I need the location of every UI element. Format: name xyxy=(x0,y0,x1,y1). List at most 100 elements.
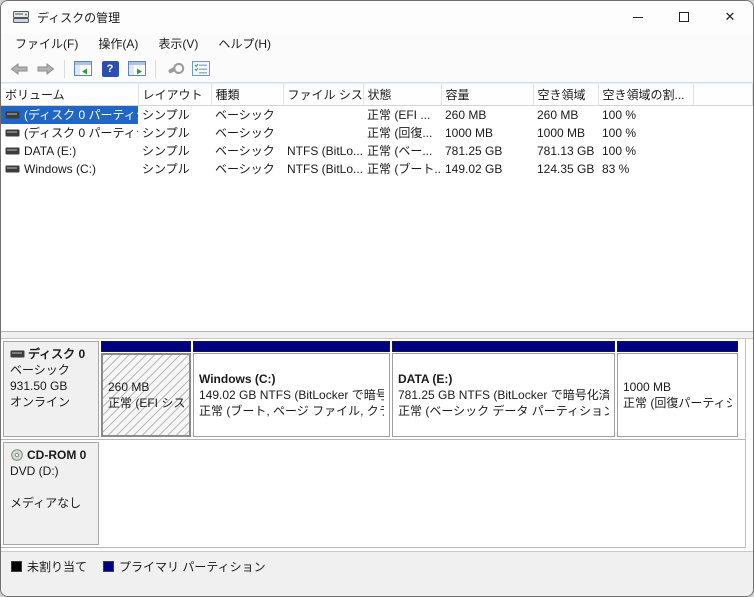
disk-icon xyxy=(5,111,20,119)
partition-color-bar xyxy=(101,341,191,352)
volume-free-percent: 100 % xyxy=(602,107,637,122)
volume-row-data[interactable]: DATA (E:) シンプル ベーシック NTFS (BitLo... 正常 (… xyxy=(1,142,753,160)
volume-type: ベーシック xyxy=(215,126,275,140)
cdrom-media-status: メディアなし xyxy=(10,496,82,510)
col-filesystem[interactable]: ファイル システム xyxy=(283,84,364,106)
partition-block-windows[interactable]: Windows (C:) 149.02 GB NTFS (BitLocker で… xyxy=(193,341,390,437)
back-arrow-icon xyxy=(10,62,28,75)
disk0-type: ベーシック xyxy=(10,363,70,377)
volume-capacity: 149.02 GB xyxy=(445,161,503,176)
maximize-icon xyxy=(679,12,689,22)
cdrom-name: CD-ROM 0 xyxy=(27,448,87,462)
partition-block-data[interactable]: DATA (E:) 781.25 GB NTFS (BitLocker で暗号化… xyxy=(392,341,615,437)
partition-block-recovery[interactable]: 1000 MB 正常 (回復パーティシ xyxy=(617,341,738,437)
volume-table: ボリューム レイアウト 種類 ファイル システム 状態 容量 空き領域 空き領域… xyxy=(1,84,753,178)
partition-size: 781.25 GB NTFS (BitLocker で暗号化済み) xyxy=(398,388,609,402)
volume-layout: シンプル xyxy=(142,108,190,123)
toolbar: ? xyxy=(1,55,753,83)
partition-status: 正常 (EFI システ xyxy=(108,396,184,410)
back-button[interactable] xyxy=(7,58,31,80)
volume-type: ベーシック xyxy=(215,162,275,176)
disk0-name: ディスク 0 xyxy=(28,347,86,361)
pane-splitter[interactable] xyxy=(1,331,753,339)
show-action-pane-button[interactable] xyxy=(125,58,149,80)
partition-block-efi[interactable]: 260 MB 正常 (EFI システ xyxy=(101,341,191,437)
forward-arrow-icon xyxy=(37,62,55,75)
maximize-button[interactable] xyxy=(661,1,707,33)
col-layout[interactable]: レイアウト xyxy=(138,84,212,106)
volume-name: Windows (C:) xyxy=(24,161,97,176)
volume-free: 260 MB xyxy=(537,107,579,122)
cdrom-drive: DVD (D:) xyxy=(10,464,59,478)
col-status[interactable]: 状態 xyxy=(363,84,442,106)
volume-name: (ディスク 0 パーティシ... xyxy=(24,108,138,123)
volume-capacity: 260 MB xyxy=(445,107,487,122)
partition-color-bar xyxy=(617,341,738,352)
partition-color-bar xyxy=(392,341,615,352)
volume-row-windows[interactable]: Windows (C:) シンプル ベーシック NTFS (BitLo... 正… xyxy=(1,160,753,178)
close-button[interactable]: ✕ xyxy=(707,1,753,33)
volume-free-percent: 100 % xyxy=(602,125,637,140)
volume-type: ベーシック xyxy=(215,144,275,158)
volume-fs: NTFS (BitLo... xyxy=(287,143,363,158)
volume-status: 正常 (ベー... xyxy=(367,144,433,158)
help-button[interactable]: ? xyxy=(98,58,122,80)
volume-type: ベーシック xyxy=(215,108,275,123)
partition-status: 正常 (ブート, ページ ファイル, クラッシュ ダ xyxy=(199,404,384,418)
volume-free-percent: 100 % xyxy=(602,143,637,158)
col-capacity[interactable]: 容量 xyxy=(441,84,534,106)
col-volume[interactable]: ボリューム xyxy=(1,84,139,106)
volume-status: 正常 (EFI ... xyxy=(367,108,431,123)
legend-primary-label: プライマリ パーティション xyxy=(119,560,266,574)
menubar: ファイル(F) 操作(A) 表示(V) ヘルプ(H) xyxy=(1,33,753,55)
disk-icon xyxy=(5,129,20,136)
disk0-label-panel[interactable]: ディスク 0 ベーシック 931.50 GB オンライン xyxy=(3,341,99,437)
forward-button[interactable] xyxy=(34,58,58,80)
toolbar-separator xyxy=(155,59,156,78)
legend-unallocated-label: 未割り当て xyxy=(27,560,88,574)
show-console-tree-button[interactable] xyxy=(71,58,95,80)
legend-unallocated: 未割り当て xyxy=(11,558,87,575)
toolbar-separator xyxy=(64,59,65,78)
menu-view[interactable]: 表示(V) xyxy=(148,33,208,55)
disk-graph-pane: ディスク 0 ベーシック 931.50 GB オンライン 260 MB 正常 (… xyxy=(1,339,753,551)
titlebar: ディスクの管理 ✕ xyxy=(1,1,753,33)
volume-row-efi[interactable]: (ディスク 0 パーティシ... シンプル ベーシック 正常 (EFI ... … xyxy=(1,105,753,124)
partition-size: 1000 MB xyxy=(623,380,672,394)
col-free-space[interactable]: 空き領域 xyxy=(533,84,599,106)
minimize-button[interactable] xyxy=(615,1,661,33)
volume-table-header: ボリューム レイアウト 種類 ファイル システム 状態 容量 空き領域 空き領域… xyxy=(1,84,753,106)
menu-help[interactable]: ヘルプ(H) xyxy=(208,33,281,55)
disk-icon xyxy=(5,165,20,172)
volume-list-pane: ボリューム レイアウト 種類 ファイル システム 状態 容量 空き領域 空き領域… xyxy=(1,83,753,331)
disk0-size: 931.50 GB xyxy=(10,379,68,393)
legend-primary-partition: プライマリ パーティション xyxy=(103,558,266,575)
col-empty xyxy=(693,84,753,106)
disk0-status: オンライン xyxy=(10,395,71,409)
col-type[interactable]: 種類 xyxy=(211,84,284,106)
console-tree-icon xyxy=(74,61,92,76)
volume-fs xyxy=(283,124,363,142)
partition-strip: 260 MB 正常 (EFI システ Windows (C:) 149.02 G… xyxy=(101,341,743,437)
action-pane-icon xyxy=(128,61,146,76)
volume-free-percent: 83 % xyxy=(602,161,630,176)
volume-capacity: 1000 MB xyxy=(445,125,494,140)
menu-file[interactable]: ファイル(F) xyxy=(5,33,88,55)
minimize-icon xyxy=(633,16,643,18)
volume-row-recovery[interactable]: (ディスク 0 パーティシ... シンプル ベーシック 正常 (回復... 10… xyxy=(1,124,753,142)
partition-status: 正常 (ベーシック データ パーティション) xyxy=(398,404,609,418)
volume-layout: シンプル xyxy=(142,144,190,158)
partition-size: 149.02 GB NTFS (BitLocker で暗号化 xyxy=(199,388,384,402)
disk-icon xyxy=(5,147,20,154)
col-free-percent[interactable]: 空き領域の割... xyxy=(598,84,694,106)
legend-bar: 未割り当て プライマリ パーティション xyxy=(1,551,753,596)
tools-button[interactable] xyxy=(162,58,186,80)
partition-title: DATA (E:) xyxy=(398,372,453,386)
properties-button[interactable] xyxy=(189,58,213,80)
menu-action[interactable]: 操作(A) xyxy=(88,33,148,55)
disk-management-window: ディスクの管理 ✕ ファイル(F) 操作(A) 表示(V) ヘルプ(H) ? ボ… xyxy=(0,0,754,597)
volume-free: 124.35 GB xyxy=(537,161,595,176)
partition-size: 260 MB xyxy=(108,380,150,394)
cdrom-label-panel[interactable]: CD-ROM 0 DVD (D:) メディアなし xyxy=(3,442,99,545)
wrench-icon xyxy=(167,63,181,74)
